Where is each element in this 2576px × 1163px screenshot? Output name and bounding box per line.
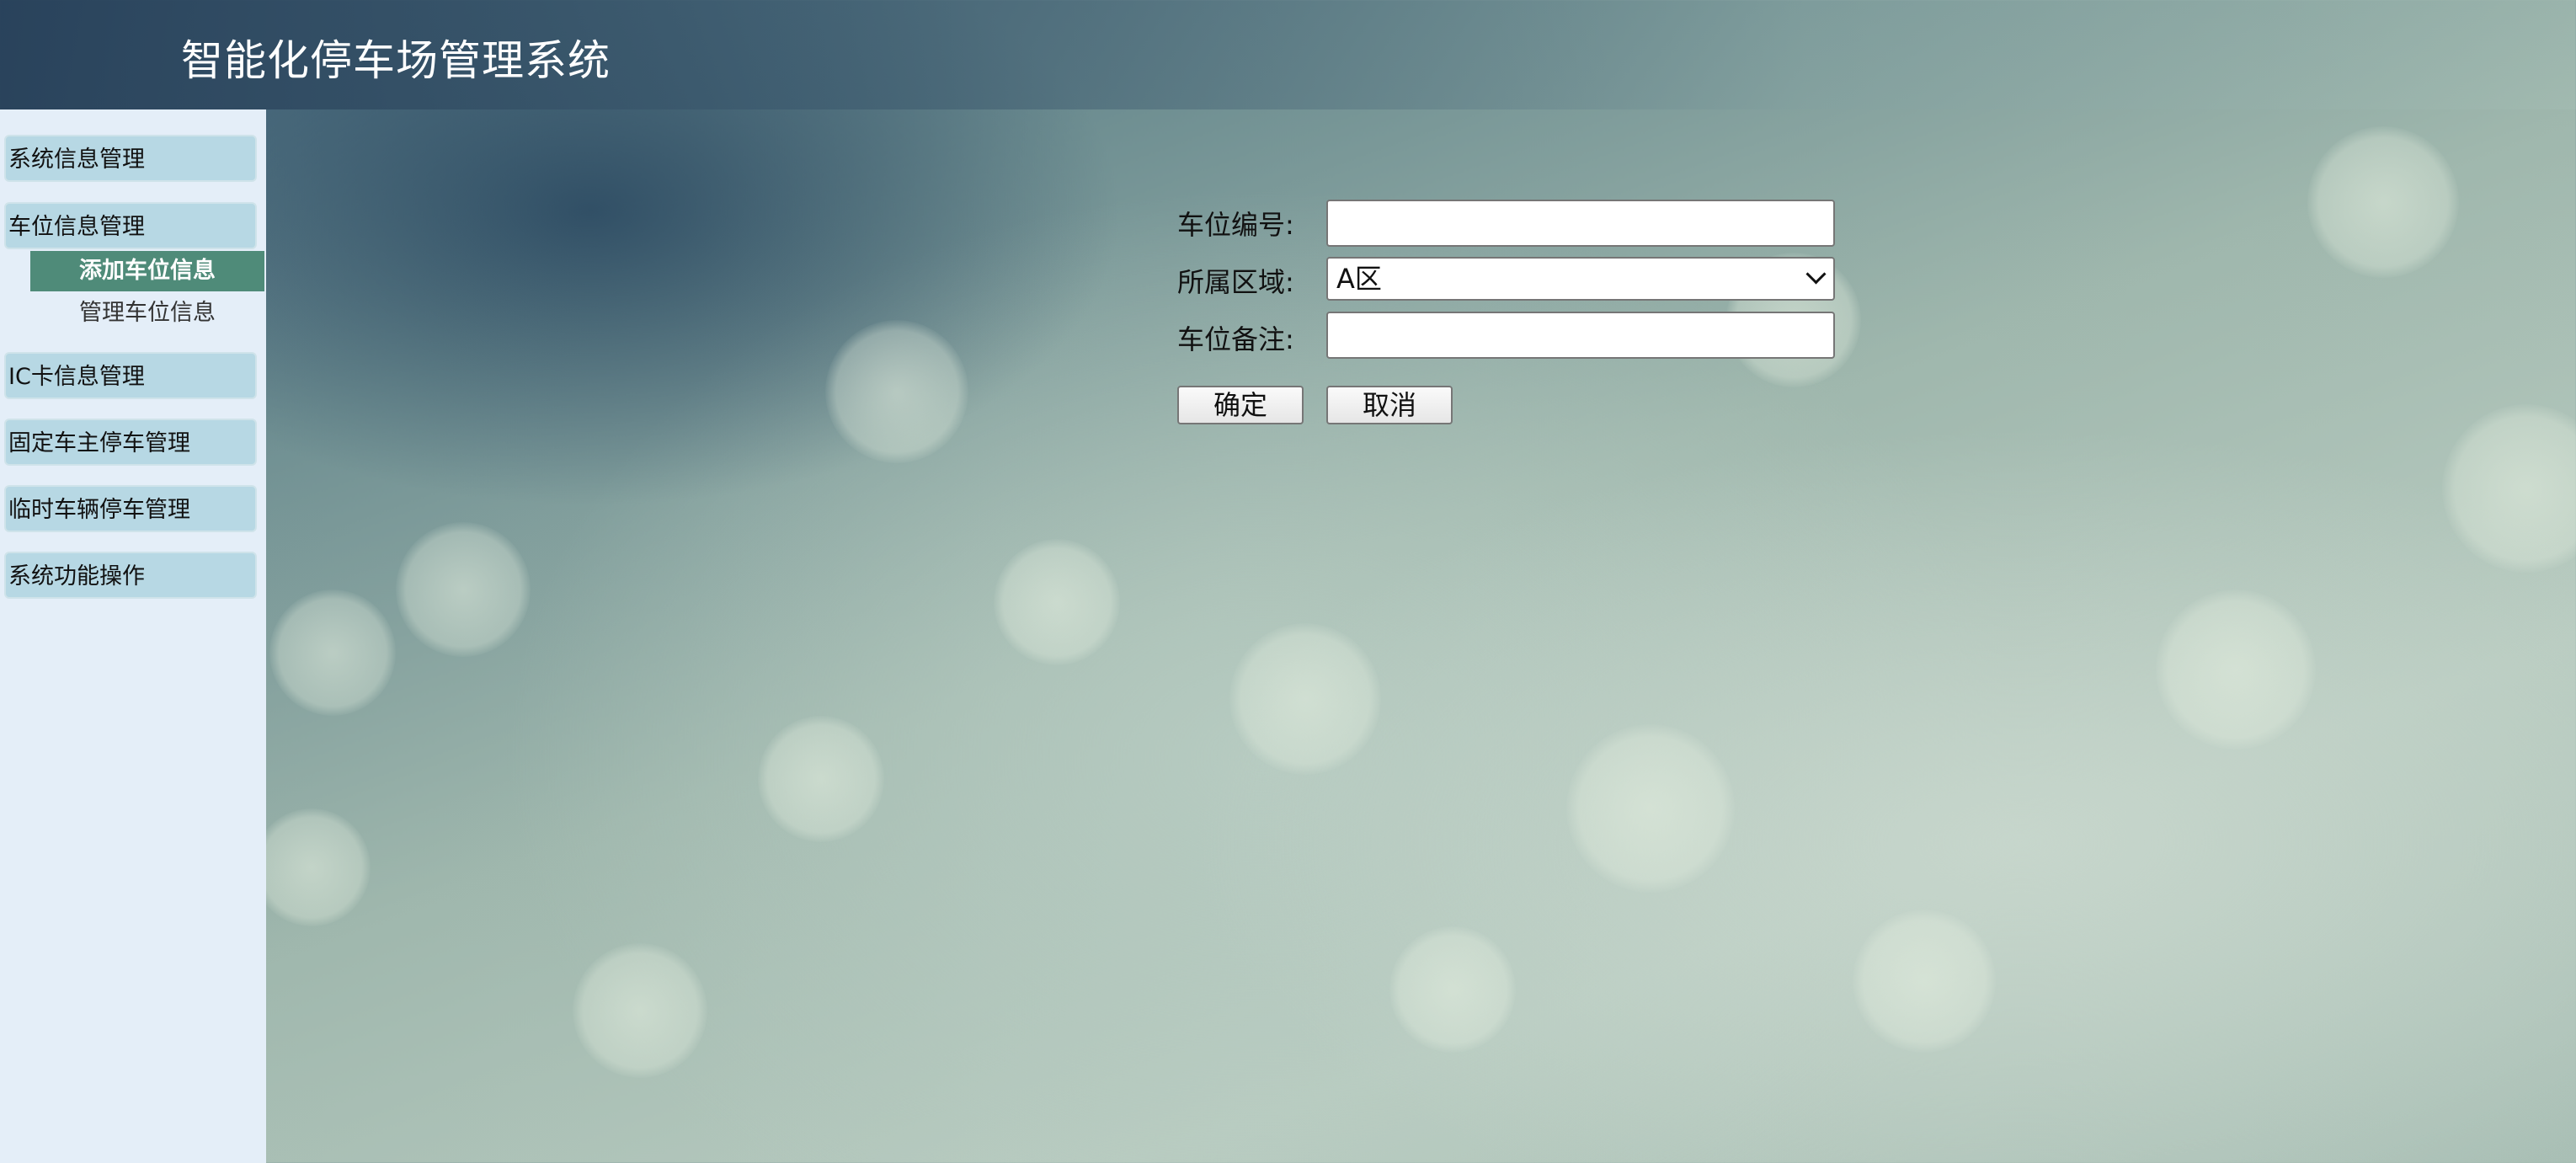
sidebar-item-temporary-vehicle-parking[interactable]: 临时车辆停车管理 [4,485,257,532]
chevron-down-icon [1805,264,1827,285]
area-select[interactable]: A区 [1326,257,1835,301]
header-bar: 智能化停车场管理系统 [0,0,2576,109]
cancel-button[interactable]: 取消 [1326,386,1453,424]
sidebar-item-parking-space-info[interactable]: 车位信息管理 [4,202,257,249]
sidebar: 系统信息管理 车位信息管理 添加车位信息 管理车位信息 IC卡信息管理 固定车主… [0,109,266,1163]
area-select-value: A区 [1336,263,1382,295]
area-label: 所属区域: [1177,266,1294,298]
confirm-button[interactable]: 确定 [1177,386,1304,424]
sidebar-item-system-info[interactable]: 系统信息管理 [4,135,257,182]
remark-label: 车位备注: [1177,323,1294,355]
sidebar-item-fixed-owner-parking[interactable]: 固定车主停车管理 [4,419,257,466]
space-number-input[interactable] [1326,200,1835,247]
space-number-label: 车位编号: [1177,209,1294,241]
app-title: 智能化停车场管理系统 [181,36,611,85]
remark-input[interactable] [1326,312,1835,359]
sidebar-item-system-functions[interactable]: 系统功能操作 [4,552,257,599]
submenu-item-add-parking-space[interactable]: 添加车位信息 [30,251,264,291]
submenu-item-manage-parking-space[interactable]: 管理车位信息 [30,293,264,333]
sidebar-item-ic-card-info[interactable]: IC卡信息管理 [4,352,257,399]
